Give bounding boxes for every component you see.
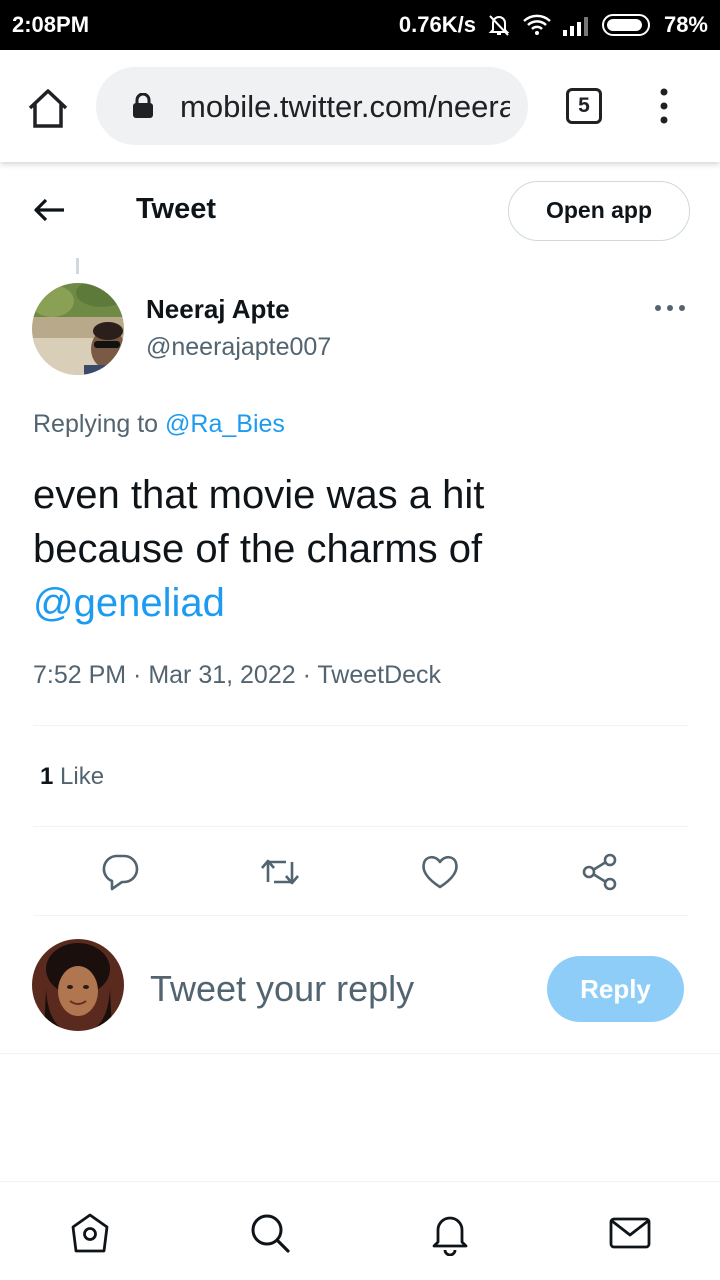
share-button[interactable] [578, 850, 622, 894]
current-user-avatar[interactable] [32, 939, 124, 1031]
retweet-icon [261, 859, 299, 885]
nav-home[interactable] [67, 1210, 113, 1256]
tweet-mention-link[interactable]: @geneliad [33, 576, 673, 630]
browser-toolbar: mobile.twitter.com/neerajapte007/status … [0, 50, 720, 162]
divider [0, 1053, 720, 1054]
search-icon [251, 1214, 290, 1253]
tweet-header: Tweet Open app [0, 162, 720, 258]
page-title: Tweet [136, 193, 217, 225]
divider [33, 826, 688, 827]
like-count-number: 1 [40, 763, 54, 790]
tweet-text-line: even that movie was a hit [33, 473, 485, 517]
retweet-button[interactable] [258, 850, 302, 894]
battery-icon [601, 13, 654, 37]
battery-percent: 78% [663, 12, 708, 37]
browser-home-button[interactable] [24, 86, 72, 130]
back-arrow-icon [34, 198, 64, 222]
status-time: 2:08PM [12, 12, 90, 37]
net-speed: 0.76K/s [398, 12, 476, 37]
home-icon [71, 1213, 109, 1253]
divider [33, 725, 688, 726]
open-app-button[interactable]: Open app [508, 181, 690, 241]
notifications-icon [432, 1216, 468, 1256]
tweet-timestamp[interactable]: 7:52 PM · Mar 31, 2022 · TweetDeck [33, 661, 441, 690]
replying-prefix: Replying to [33, 410, 166, 438]
back-button[interactable] [30, 192, 70, 228]
replying-mention-link[interactable]: @Ra_Bies [165, 410, 285, 438]
author-avatar[interactable] [32, 283, 124, 375]
status-bar: 2:08PM 0.76K/s 78% [0, 0, 720, 50]
wifi-icon [522, 12, 552, 38]
tweet-text: even that movie was a hit because of the… [33, 468, 673, 630]
like-icon [422, 855, 458, 889]
nav-messages[interactable] [607, 1210, 653, 1256]
tab-switcher-button[interactable]: 5 [566, 88, 602, 124]
nav-search[interactable] [247, 1210, 293, 1256]
likes-count[interactable]: 1 Like [40, 763, 104, 791]
reply-submit-button[interactable]: Reply [547, 956, 684, 1022]
lock-icon [132, 92, 154, 124]
author-handle[interactable]: @neerajapte007 [146, 333, 331, 362]
status-icons: 0.76K/s 78% [399, 10, 708, 40]
browser-menu-button[interactable] [652, 86, 676, 126]
more-dots-icon [655, 305, 685, 311]
signal-icon [562, 13, 592, 37]
reply-button[interactable] [98, 850, 142, 894]
reply-icon [102, 854, 139, 891]
home-icon [28, 89, 68, 128]
replying-to: Replying to @Ra_Bies [33, 410, 285, 439]
tweet-text-line: because of the charms of [33, 527, 483, 571]
overflow-menu-icon [660, 88, 668, 124]
like-button[interactable] [418, 850, 462, 894]
mute-icon [486, 12, 512, 38]
url-text[interactable]: mobile.twitter.com/neerajapte007/status [180, 89, 510, 125]
divider [33, 915, 688, 916]
author-name[interactable]: Neeraj Apte [146, 294, 290, 325]
address-bar[interactable]: mobile.twitter.com/neerajapte007/status [96, 67, 528, 145]
thread-connector [76, 258, 79, 274]
nav-notifications[interactable] [427, 1210, 473, 1256]
like-count-label: Like [53, 763, 105, 790]
share-icon [582, 853, 617, 891]
messages-icon [609, 1217, 651, 1249]
reply-input[interactable]: Tweet your reply [150, 968, 414, 1010]
tweet-more-button[interactable] [652, 298, 688, 318]
bottom-navigation [0, 1182, 720, 1280]
